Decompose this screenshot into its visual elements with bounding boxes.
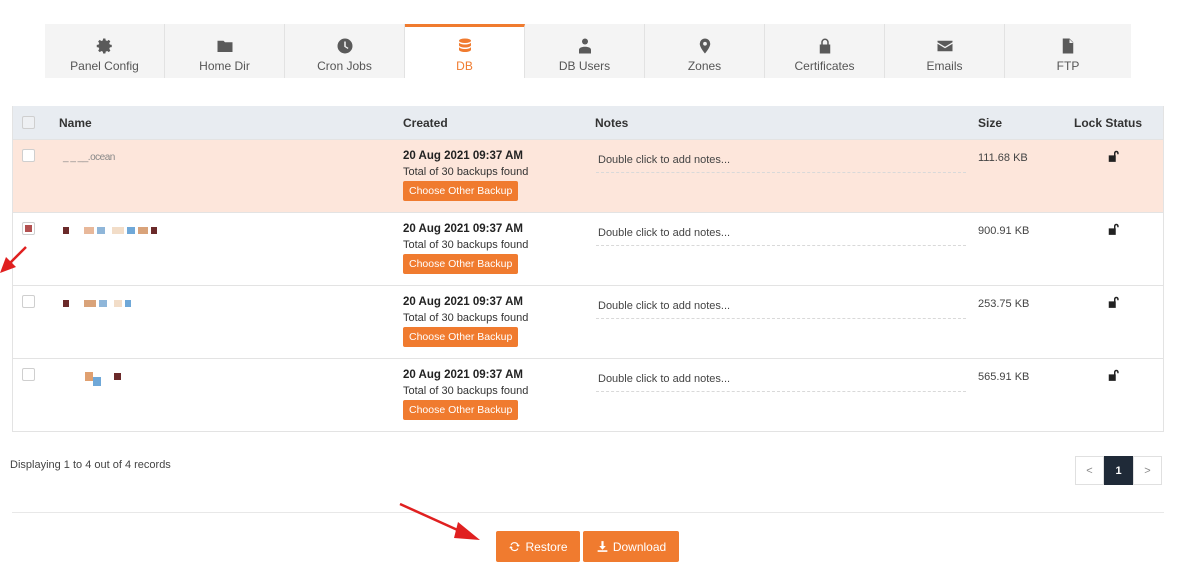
choose-other-backup-button[interactable]: Choose Other Backup [403, 327, 519, 347]
size-value: 253.75 KB [978, 298, 1030, 310]
unlock-icon[interactable] [1107, 368, 1121, 382]
map-marker-icon [695, 36, 715, 56]
table-row[interactable]: 20 Aug 2021 09:37 AM Total of 30 backups… [13, 358, 1163, 431]
db-name [85, 370, 121, 386]
created-date: 20 Aug 2021 09:37 AM [403, 223, 523, 235]
header-lock-status: Lock Status [1074, 116, 1143, 130]
tab-label: Zones [687, 59, 722, 73]
db-table: Name Created Notes Size Lock Status _ _ … [12, 106, 1164, 432]
tab-label: DB Users [558, 59, 611, 73]
unlock-icon[interactable] [1107, 149, 1121, 163]
size-value: 900.91 KB [978, 225, 1030, 237]
table-row[interactable]: 20 Aug 2021 09:37 AM Total of 30 backups… [13, 212, 1163, 285]
records-count: Displaying 1 to 4 out of 4 records [10, 459, 171, 471]
users-icon [575, 36, 595, 56]
tab-label: Cron Jobs [317, 59, 372, 73]
created-date: 20 Aug 2021 09:37 AM [403, 369, 523, 381]
backups-count: Total of 30 backups found [403, 312, 529, 324]
tab-home-dir[interactable]: Home Dir [165, 24, 285, 78]
created-date: 20 Aug 2021 09:37 AM [403, 296, 523, 308]
row-checkbox[interactable] [22, 295, 35, 308]
header-created[interactable]: Created [403, 116, 448, 130]
tab-label: Panel Config [70, 59, 139, 73]
download-button[interactable]: Download [583, 531, 679, 562]
table-row[interactable]: _ _ __.ocean 20 Aug 2021 09:37 AM Total … [13, 139, 1163, 212]
tab-label: Emails [926, 59, 963, 73]
clock-icon [335, 36, 355, 56]
restore-label: Restore [525, 539, 568, 554]
tab-label: Home Dir [199, 59, 250, 73]
tab-bar: Panel Config Home Dir Cron Jobs DB DB Us… [45, 24, 1131, 78]
created-date: 20 Aug 2021 09:37 AM [403, 150, 523, 162]
db-name [63, 224, 157, 236]
notes-field[interactable]: Double click to add notes... [596, 225, 966, 246]
prev-page-button[interactable]: < [1075, 456, 1104, 485]
backups-count: Total of 30 backups found [403, 239, 529, 251]
page-1-button[interactable]: 1 [1104, 456, 1133, 485]
tab-db-users[interactable]: DB Users [525, 24, 645, 78]
unlock-icon[interactable] [1107, 295, 1121, 309]
envelope-icon [935, 36, 955, 56]
db-name-text: _ _ __.ocean [63, 151, 115, 163]
tab-label: Certificates [794, 59, 855, 73]
divider [12, 512, 1164, 513]
pagination: < 1 > [1075, 456, 1162, 485]
restore-button[interactable]: Restore [496, 531, 580, 562]
backups-count: Total of 30 backups found [403, 166, 529, 178]
table-header: Name Created Notes Size Lock Status [13, 106, 1163, 139]
choose-other-backup-button[interactable]: Choose Other Backup [403, 254, 519, 274]
table-row[interactable]: 20 Aug 2021 09:37 AM Total of 30 backups… [13, 285, 1163, 358]
tab-zones[interactable]: Zones [645, 24, 765, 78]
header-notes: Notes [595, 116, 629, 130]
row-checkbox[interactable] [22, 222, 35, 235]
next-page-button[interactable]: > [1133, 456, 1162, 485]
header-size[interactable]: Size [978, 116, 1002, 130]
file-icon [1058, 36, 1078, 56]
size-value: 565.91 KB [978, 371, 1030, 383]
tab-panel-config[interactable]: Panel Config [45, 24, 165, 78]
tab-emails[interactable]: Emails [885, 24, 1005, 78]
select-all-checkbox[interactable] [22, 116, 35, 129]
lock-icon [815, 36, 835, 56]
annotation-arrow-icon [399, 502, 480, 540]
choose-other-backup-button[interactable]: Choose Other Backup [403, 181, 519, 201]
tab-ftp[interactable]: FTP [1005, 24, 1131, 78]
tab-db[interactable]: DB [405, 24, 525, 78]
folder-icon [215, 36, 235, 56]
header-name[interactable]: Name [59, 116, 92, 130]
refresh-icon [509, 542, 521, 552]
unlock-icon[interactable] [1107, 222, 1121, 236]
notes-field[interactable]: Double click to add notes... [596, 298, 966, 319]
choose-other-backup-button[interactable]: Choose Other Backup [403, 400, 519, 420]
row-checkbox[interactable] [22, 368, 35, 381]
tab-label: DB [456, 59, 473, 73]
size-value: 111.68 KB [978, 152, 1028, 164]
tab-certificates[interactable]: Certificates [765, 24, 885, 78]
notes-field[interactable]: Double click to add notes... [596, 371, 966, 392]
tab-label: FTP [1056, 59, 1080, 73]
gear-icon [95, 36, 115, 56]
db-name [63, 297, 131, 309]
database-icon [455, 36, 475, 56]
row-checkbox[interactable] [22, 149, 35, 162]
tab-cron-jobs[interactable]: Cron Jobs [285, 24, 405, 78]
backups-count: Total of 30 backups found [403, 385, 529, 397]
download-icon [597, 541, 608, 552]
db-name: _ _ __.ocean [63, 151, 115, 163]
notes-field[interactable]: Double click to add notes... [596, 152, 966, 173]
download-label: Download [612, 539, 667, 554]
